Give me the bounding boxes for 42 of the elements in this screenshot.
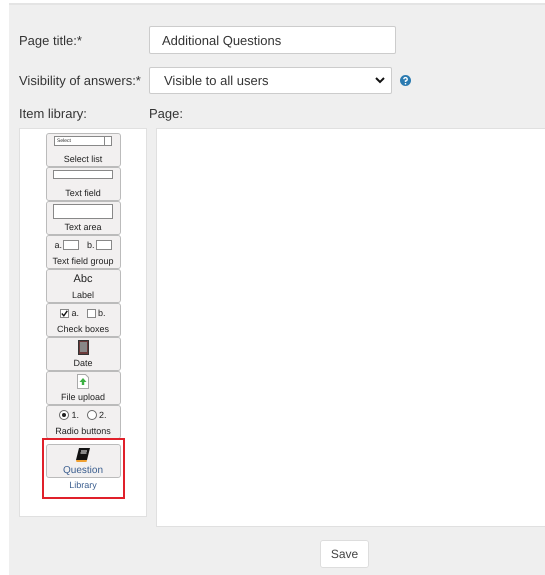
option-label: 1. bbox=[71, 409, 79, 422]
library-item[interactable]: Date bbox=[46, 337, 120, 371]
library-item[interactable]: Text field bbox=[46, 167, 120, 201]
option-label: b. bbox=[87, 239, 95, 252]
library-item[interactable]: 1. 2. Radio buttons bbox=[46, 405, 120, 439]
item-label: Radio buttons bbox=[55, 426, 111, 437]
item-caption: Library bbox=[69, 479, 97, 491]
item-library-label: Item library: bbox=[19, 106, 88, 121]
item-label: Text area bbox=[64, 222, 102, 233]
help-icon[interactable] bbox=[400, 75, 411, 86]
chevron-down-icon bbox=[375, 77, 385, 84]
text-area-preview bbox=[53, 204, 113, 219]
option-label: a. bbox=[54, 239, 62, 252]
item-label: Label bbox=[72, 290, 94, 301]
item-label: Check boxes bbox=[56, 324, 110, 335]
page-label: Page: bbox=[149, 106, 183, 121]
save-button[interactable]: Save bbox=[320, 540, 370, 568]
text-field-preview bbox=[96, 240, 112, 250]
option-label: a. bbox=[71, 307, 79, 320]
option-label: 2. bbox=[99, 409, 107, 422]
item-label: Date bbox=[73, 358, 92, 369]
library-item[interactable]: Question bbox=[46, 444, 120, 478]
item-label: Text field group bbox=[52, 256, 114, 267]
page-title-input[interactable]: Additional Questions bbox=[149, 26, 396, 54]
label-preview: Abc bbox=[74, 272, 92, 286]
item-label: Select list bbox=[64, 154, 102, 165]
item-label: Text field bbox=[65, 188, 101, 199]
library-item[interactable]: a. b. Check boxes bbox=[46, 303, 120, 337]
text-field-preview bbox=[53, 170, 113, 179]
option-label: b. bbox=[98, 307, 106, 320]
item-label: Question bbox=[62, 465, 104, 476]
visibility-label: Visibility of answers:* bbox=[19, 73, 142, 88]
book-icon bbox=[75, 447, 91, 463]
item-label: File upload bbox=[60, 392, 106, 403]
library-item[interactable]: File upload bbox=[46, 371, 120, 405]
library-item[interactable]: a. b. Text field group bbox=[46, 235, 120, 269]
calendar-icon bbox=[78, 340, 88, 355]
library-item[interactable]: Text area bbox=[46, 201, 120, 235]
page-title-label: Page title:* bbox=[19, 32, 83, 48]
text-field-preview bbox=[63, 240, 79, 250]
visibility-select[interactable]: Visible to all users bbox=[149, 67, 392, 94]
file-upload-icon bbox=[77, 374, 89, 389]
